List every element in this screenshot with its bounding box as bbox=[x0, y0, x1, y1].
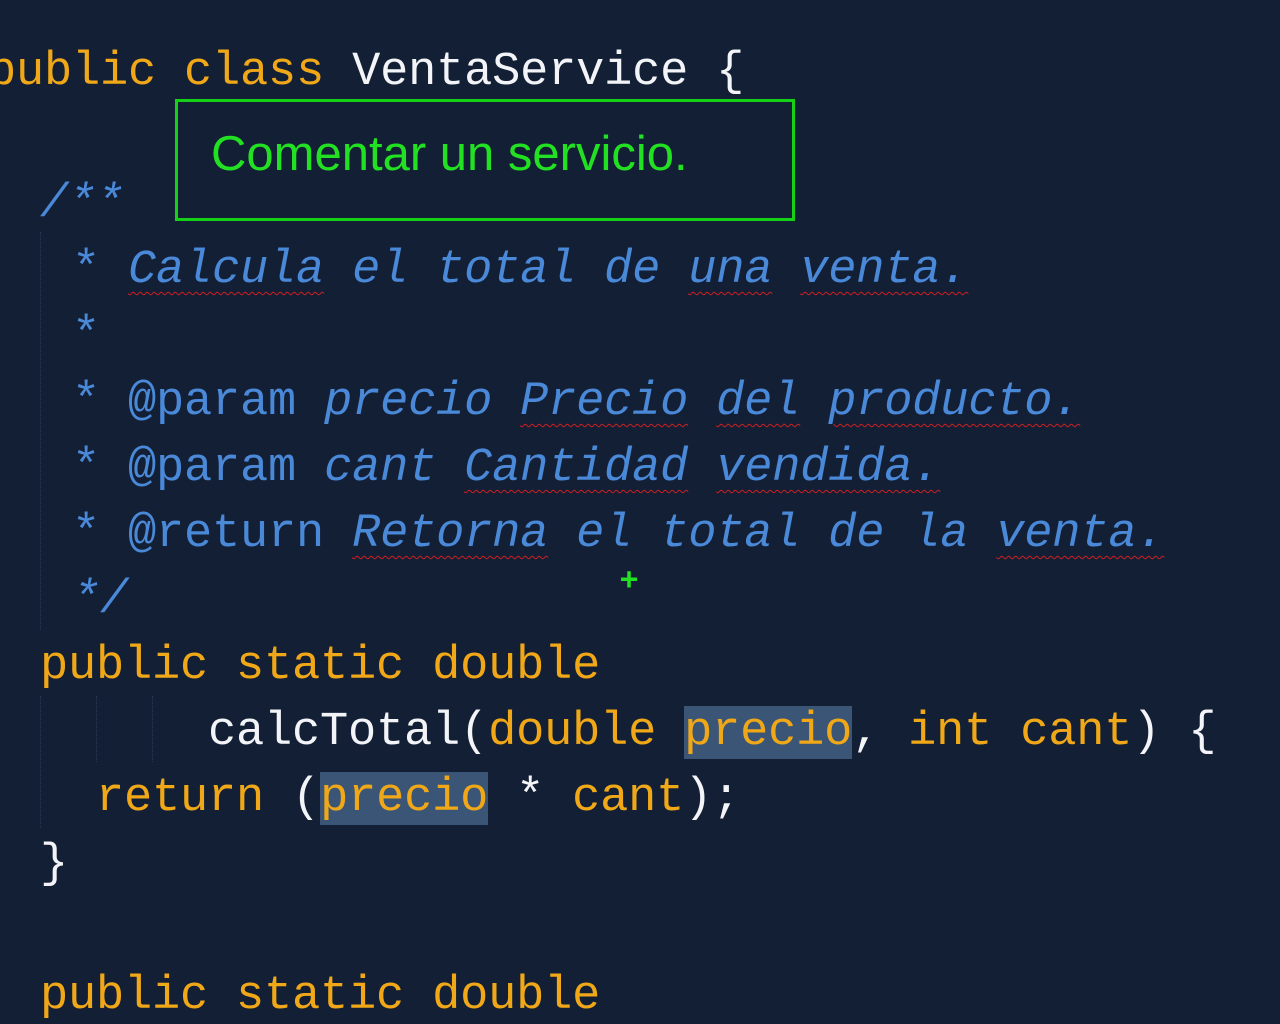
comment-word: el bbox=[352, 244, 409, 297]
comment-word: el bbox=[576, 508, 633, 561]
param-type: int bbox=[908, 706, 993, 759]
comment-word: Retorna bbox=[352, 508, 549, 561]
annotation-text: Comentar un servicio. bbox=[211, 127, 688, 181]
javadoc-line-return[interactable]: * @return Retorna el total de la venta. bbox=[72, 502, 1165, 568]
param-type: double bbox=[488, 706, 657, 759]
javadoc-star: * bbox=[72, 244, 101, 297]
comment-word: Precio bbox=[520, 376, 689, 429]
variable-highlighted: precio bbox=[320, 772, 489, 825]
javadoc-open[interactable]: /** bbox=[40, 172, 124, 238]
statement-end: ); bbox=[684, 772, 741, 825]
comma: , bbox=[852, 706, 881, 759]
code-line-close-brace[interactable]: } bbox=[40, 832, 68, 898]
javadoc-close[interactable]: */ bbox=[72, 568, 128, 634]
keyword-class: class bbox=[184, 46, 325, 99]
comment-word: total bbox=[660, 508, 801, 561]
open-brace: { bbox=[1188, 706, 1217, 759]
open-paren: ( bbox=[292, 772, 321, 825]
param-name-highlighted: precio bbox=[684, 706, 853, 759]
javadoc-line-empty[interactable]: * bbox=[72, 304, 100, 370]
variable: cant bbox=[572, 772, 685, 825]
javadoc-star: * bbox=[72, 310, 101, 363]
method-modifiers: public static double bbox=[40, 970, 601, 1023]
operator: * bbox=[516, 772, 545, 825]
indent-guide bbox=[40, 232, 41, 630]
indent-guide bbox=[96, 696, 97, 762]
javadoc-line-param-precio[interactable]: * @param precio Precio del producto. bbox=[72, 370, 1080, 436]
javadoc-tag-return: @return bbox=[128, 508, 325, 561]
close-paren: ) bbox=[1132, 706, 1161, 759]
javadoc-param-name: cant bbox=[324, 442, 437, 495]
method-modifiers: public static double bbox=[40, 640, 601, 693]
comment-word: Cantidad bbox=[464, 442, 689, 495]
code-line-method-params[interactable]: calcTotal(double precio, int cant) { bbox=[208, 700, 1216, 766]
crosshair-cursor-icon: + bbox=[620, 562, 639, 597]
javadoc-star: * bbox=[72, 442, 101, 495]
code-editor[interactable]: public class VentaService { /** * Calcul… bbox=[0, 0, 1280, 1024]
keyword-public: public bbox=[0, 46, 157, 99]
method-name: calcTotal bbox=[208, 706, 461, 759]
code-line-method-signature[interactable]: public static double bbox=[40, 634, 600, 700]
code-line-class-declaration[interactable]: public class VentaService { bbox=[0, 40, 744, 106]
code-line-method-signature-2[interactable]: public static double bbox=[40, 964, 600, 1024]
comment-word: vendida. bbox=[716, 442, 941, 495]
comment-word: producto. bbox=[828, 376, 1081, 429]
keyword-return: return bbox=[96, 772, 265, 825]
comment-word: del bbox=[716, 376, 801, 429]
javadoc-line-param-cant[interactable]: * @param cant Cantidad vendida. bbox=[72, 436, 940, 502]
comment-word: de bbox=[828, 508, 885, 561]
indent-guide bbox=[40, 696, 41, 828]
comment-word: venta. bbox=[800, 244, 969, 297]
javadoc-tag-param: @param bbox=[128, 442, 297, 495]
open-brace: { bbox=[716, 46, 745, 99]
javadoc-open-token: /** bbox=[40, 178, 125, 231]
javadoc-close-token: */ bbox=[72, 574, 129, 627]
javadoc-star: * bbox=[72, 508, 101, 561]
comment-word: la bbox=[912, 508, 969, 561]
comment-word: venta. bbox=[996, 508, 1165, 561]
class-name: VentaService bbox=[352, 46, 689, 99]
comment-word: una bbox=[688, 244, 773, 297]
comment-word: total bbox=[436, 244, 577, 297]
comment-word: de bbox=[604, 244, 661, 297]
annotation-callout: Comentar un servicio. bbox=[175, 99, 795, 221]
code-line-return[interactable]: return (precio * cant); bbox=[96, 766, 740, 832]
javadoc-tag-param: @param bbox=[128, 376, 297, 429]
indent-guide bbox=[152, 696, 153, 762]
javadoc-star: * bbox=[72, 376, 101, 429]
param-name: cant bbox=[1020, 706, 1133, 759]
close-brace: } bbox=[40, 838, 69, 891]
open-paren: ( bbox=[460, 706, 489, 759]
javadoc-param-name: precio bbox=[324, 376, 493, 429]
javadoc-line-description[interactable]: * Calcula el total de una venta. bbox=[72, 238, 968, 304]
comment-word: Calcula bbox=[128, 244, 325, 297]
